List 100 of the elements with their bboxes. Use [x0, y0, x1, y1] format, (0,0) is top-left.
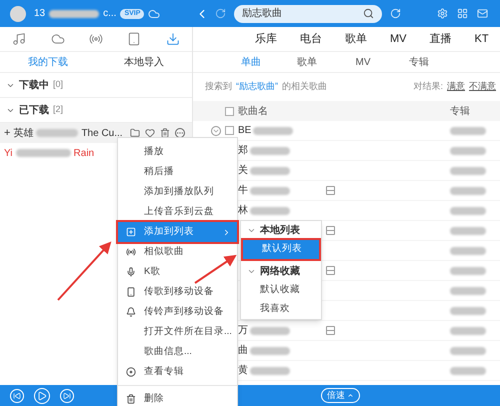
sync-icon[interactable] [390, 8, 401, 19]
refresh-icon[interactable] [215, 8, 226, 19]
menu-item[interactable]: 传歌到移动设备 [118, 282, 237, 302]
blurred-text [450, 166, 486, 174]
menu-item[interactable]: 传铃声到移动设备 [118, 302, 237, 322]
download-icon[interactable] [166, 32, 180, 46]
song-title: 关 [238, 164, 248, 178]
song-title: The Cu... [81, 126, 123, 140]
speed-button[interactable]: 倍速 [321, 388, 360, 404]
blurred-text [450, 246, 486, 254]
checkbox[interactable] [225, 106, 234, 116]
blurred-text [450, 306, 486, 314]
radio-icon [126, 247, 136, 257]
mv-icon[interactable] [326, 326, 335, 335]
previous-icon[interactable] [10, 388, 24, 402]
annotation-arrow [194, 254, 237, 284]
radio-icon[interactable] [88, 32, 103, 46]
mv-icon[interactable] [326, 186, 335, 195]
mv-icon[interactable] [326, 266, 335, 275]
menu-item[interactable]: 删除 [118, 389, 237, 406]
blurred-text [49, 10, 100, 18]
mv-icon[interactable] [326, 226, 335, 235]
menu-item[interactable]: 我喜欢 [241, 300, 321, 319]
result-text: 搜索到 [205, 80, 232, 94]
nav-link[interactable]: 歌单 [345, 30, 367, 48]
chevron-down-icon[interactable] [247, 267, 256, 276]
user-name: c... [103, 7, 116, 21]
blurred-text [36, 129, 78, 137]
group-count: [0] [53, 78, 64, 92]
search-field[interactable]: 励志歌曲 [234, 4, 382, 22]
avatar[interactable] [10, 6, 26, 22]
tab[interactable]: MV [335, 54, 391, 70]
blurred-text [450, 226, 486, 234]
song-title: Rain [74, 146, 94, 160]
checkbox[interactable] [225, 126, 234, 135]
add-icon [126, 227, 136, 237]
blurred-text [16, 149, 71, 157]
query-link[interactable]: “励志歌曲” [236, 80, 278, 94]
menu-item[interactable]: 默认收藏 [241, 281, 321, 300]
nav-link[interactable]: MV [390, 30, 406, 48]
song-title: Yi [4, 146, 13, 160]
unsatisfied-link[interactable]: 不满意 [469, 80, 496, 94]
blurred-text [250, 346, 290, 354]
expand-sign[interactable]: + [4, 124, 10, 142]
trash-icon[interactable] [160, 128, 170, 138]
folder-icon[interactable] [130, 128, 140, 138]
blurred-text [253, 126, 294, 134]
blurred-text [250, 326, 290, 334]
column-header: 歌曲名 [238, 104, 269, 118]
settings-icon[interactable] [437, 8, 448, 19]
bell-icon [126, 307, 136, 317]
menu-item[interactable]: 相似歌曲 [118, 242, 237, 262]
nav-link[interactable]: 直播 [430, 30, 452, 48]
nav-link[interactable]: 电台 [300, 30, 322, 48]
next-icon[interactable] [60, 388, 74, 402]
cloud-icon[interactable] [148, 8, 160, 20]
section-title: 网络收藏 [260, 264, 300, 279]
cloud-icon[interactable] [50, 32, 65, 46]
heart-icon[interactable] [144, 128, 155, 138]
play-icon[interactable] [34, 388, 50, 404]
blurred-text [250, 186, 290, 194]
song-title: 黄 [238, 364, 248, 378]
group-count: [2] [53, 103, 64, 116]
tablet-icon[interactable] [127, 32, 142, 46]
microphone-icon [126, 267, 136, 277]
music-icon[interactable] [12, 32, 26, 46]
column-header: 专辑 [450, 104, 471, 118]
nav-link[interactable]: 乐库 [255, 30, 277, 48]
group-title: 已下载 [19, 104, 49, 118]
blurred-text [250, 366, 290, 374]
tab[interactable]: 歌单 [279, 54, 335, 70]
tab[interactable]: 我的下载 [0, 52, 96, 72]
user-name: 13 [34, 7, 46, 21]
blurred-text [250, 146, 290, 154]
feedback-label: 对结果: [413, 80, 443, 94]
satisfied-link[interactable]: 满意 [447, 80, 465, 94]
chevron-down-icon[interactable] [247, 226, 256, 235]
blurred-text [250, 166, 290, 174]
section-title: 本地列表 [260, 224, 300, 238]
blurred-text [450, 126, 486, 134]
blurred-text [450, 146, 486, 154]
menu-item[interactable]: 添加到列表 [118, 222, 237, 242]
song-title: 郑 [238, 144, 248, 158]
blurred-text [450, 326, 486, 334]
menu-item[interactable]: 默认列表 [243, 240, 319, 259]
tab[interactable]: 专辑 [391, 54, 447, 70]
search-icon[interactable] [363, 8, 374, 19]
song-title: BE [238, 124, 252, 138]
phone-icon [126, 287, 136, 297]
tab[interactable]: 单曲 [223, 54, 279, 70]
tab[interactable]: 本地导入 [96, 52, 192, 72]
nav-link[interactable]: KT [474, 30, 489, 48]
chevron-down-icon[interactable] [211, 126, 221, 136]
mail-icon[interactable] [477, 8, 488, 19]
group-title: 下载中 [19, 78, 49, 92]
blurred-text [450, 206, 486, 214]
blurred-text [250, 206, 290, 214]
song-title: 英雄 [13, 126, 34, 140]
menu-item[interactable]: K歌 [118, 262, 237, 282]
grid-icon[interactable] [457, 8, 468, 19]
